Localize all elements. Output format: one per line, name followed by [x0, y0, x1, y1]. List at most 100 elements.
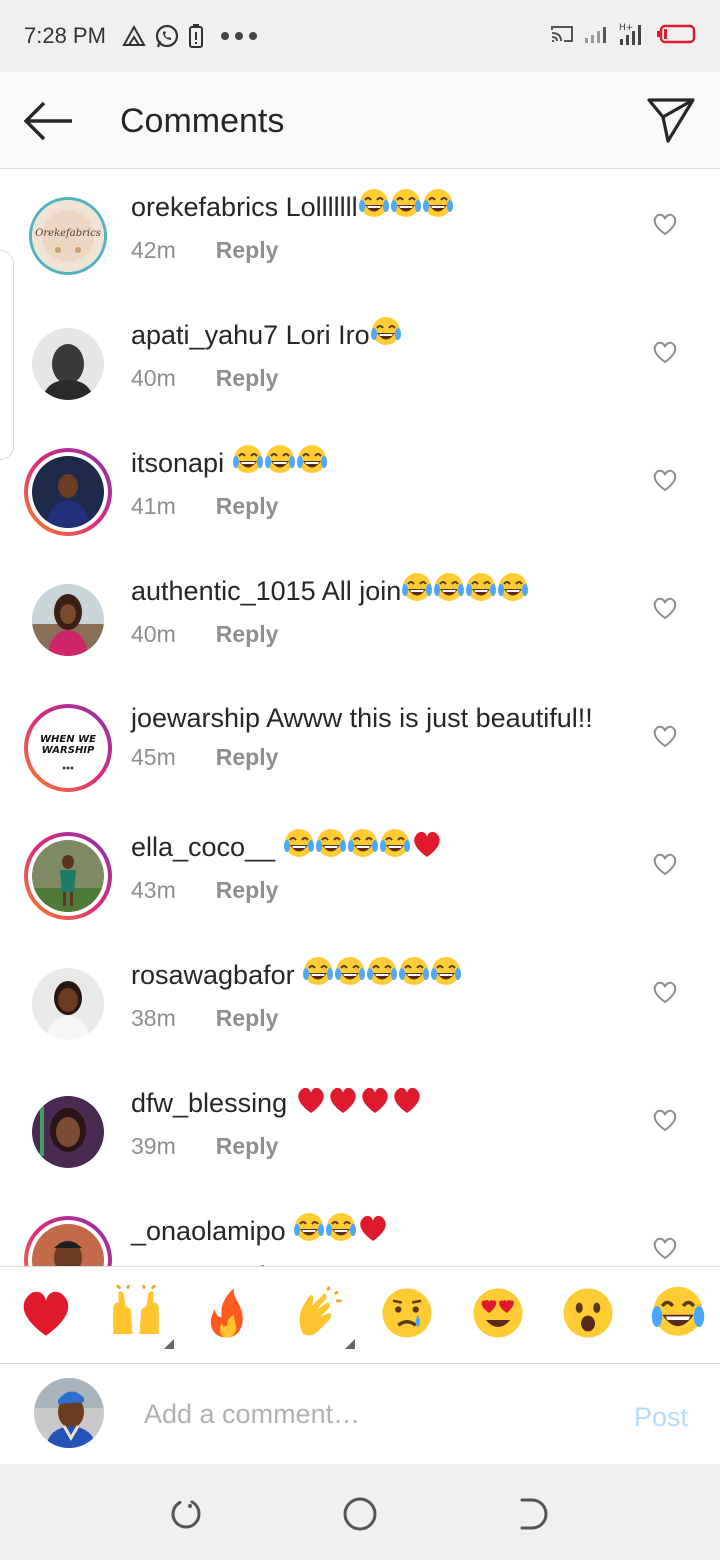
crying-face-icon — [379, 1285, 435, 1346]
reply-button[interactable]: Reply — [216, 365, 279, 392]
reply-button[interactable]: Reply — [216, 493, 279, 520]
comment-body: dfw_blessing 39m Reply — [131, 1084, 631, 1160]
comment-username[interactable]: rosawagbafor — [131, 960, 295, 990]
heart-outline-icon — [653, 725, 677, 748]
comment-username[interactable]: orekefabrics — [131, 192, 278, 222]
commenter-avatar[interactable] — [24, 448, 112, 536]
reply-button[interactable]: Reply — [216, 877, 279, 904]
commenter-avatar[interactable] — [24, 1088, 112, 1176]
like-comment-button[interactable] — [652, 724, 678, 748]
skin-tone-caret-icon — [344, 1339, 355, 1349]
comment-username[interactable]: _onaolamipo — [131, 1216, 286, 1246]
comment-username[interactable]: itsonapi — [131, 448, 224, 478]
side-edge-tab[interactable] — [0, 250, 14, 460]
comment-body: authentic_1015 All join 40m Reply — [131, 572, 631, 648]
comment-row[interactable]: WHEN WE WARSHIP joewarship Awww this is ju… — [0, 682, 720, 810]
comment-body: rosawagbafor 38m Reply — [131, 956, 631, 1032]
reply-button[interactable]: Reply — [216, 744, 279, 771]
comments-header: Comments — [0, 72, 720, 169]
quick-emoji-heart-eyes[interactable] — [470, 1287, 526, 1343]
fire-icon — [199, 1285, 255, 1346]
signal-4g-icon: H+ — [618, 21, 646, 52]
page-title: Comments — [120, 102, 285, 140]
heart-emoji-icon — [391, 1084, 423, 1125]
avatar-frame — [28, 580, 108, 660]
cast-icon — [550, 24, 574, 49]
quick-emoji-red-heart[interactable] — [18, 1287, 74, 1343]
comment-row[interactable]: ella_coco__ 43m Reply — [0, 810, 720, 938]
quick-emoji-fire[interactable] — [199, 1287, 255, 1343]
joewarship-logo-text: WHEN WE — [40, 734, 96, 745]
like-comment-button[interactable] — [652, 340, 678, 364]
reply-button[interactable]: Reply — [216, 1133, 279, 1160]
comment-row[interactable]: itsonapi 41m Reply — [0, 426, 720, 554]
like-comment-button[interactable] — [652, 980, 678, 1004]
comment-row[interactable]: rosawagbafor 38m Reply — [0, 938, 720, 1066]
like-comment-button[interactable] — [652, 596, 678, 620]
comment-username[interactable]: authentic_1015 — [131, 576, 316, 606]
commenter-avatar[interactable]: WHEN WE WARSHIP — [24, 704, 112, 792]
comment-meta: 40m Reply — [131, 365, 631, 392]
comment-row[interactable]: Orekefabrics orekefabrics Lolllllll 42m Rep… — [0, 170, 720, 298]
comment-text: Lori Iro — [285, 320, 370, 350]
back-icon — [520, 1498, 548, 1530]
post-button[interactable]: Post — [634, 1402, 688, 1433]
comment-username[interactable]: ella_coco__ — [131, 832, 275, 862]
quick-emoji-clapping-hands[interactable] — [289, 1285, 355, 1349]
commenter-avatar[interactable] — [24, 320, 112, 408]
comment-row[interactable]: dfw_blessing 39m Reply — [0, 1066, 720, 1194]
heart-emoji-icon — [359, 1084, 391, 1125]
quick-emoji-crying-face[interactable] — [379, 1287, 435, 1343]
comment-row[interactable]: apati_yahu7 Lori Iro 40m Reply — [0, 298, 720, 426]
surprised-face-icon — [560, 1285, 616, 1346]
heart-outline-icon — [653, 853, 677, 876]
laughing-emoji-icon — [430, 956, 462, 997]
arrow-left-icon — [23, 101, 72, 141]
comment-timestamp: 42m — [131, 237, 176, 263]
quick-emoji-raised-hands[interactable] — [108, 1283, 175, 1349]
like-comment-button[interactable] — [652, 212, 678, 236]
comment-line: _onaolamipo — [131, 1212, 631, 1253]
orekefabrics-logo-text: Orekefabrics — [35, 228, 101, 239]
avatar-frame — [28, 324, 108, 404]
like-comment-button[interactable] — [652, 1108, 678, 1132]
reply-button[interactable]: Reply — [216, 237, 279, 264]
comment-username[interactable]: joewarship — [131, 703, 260, 733]
comment-username[interactable]: apati_yahu7 — [131, 320, 278, 350]
commenter-avatar[interactable]: Orekefabrics — [24, 192, 112, 280]
comment-row[interactable]: _onaolamipo 40mReply — [0, 1194, 720, 1266]
comment-body: itsonapi 41m Reply — [131, 444, 631, 520]
reply-button[interactable]: Reply — [216, 621, 279, 648]
comment-text: Awww this is just beautiful!! — [266, 703, 593, 733]
commenter-avatar[interactable] — [24, 576, 112, 664]
heart-outline-icon — [653, 341, 677, 364]
home-button[interactable] — [340, 1494, 380, 1534]
laughing-emoji-icon — [347, 828, 379, 869]
commenter-avatar[interactable] — [24, 1216, 112, 1266]
comment-line: rosawagbafor — [131, 956, 631, 997]
quick-emoji-tears-of-joy[interactable] — [650, 1286, 706, 1343]
heart-outline-icon — [653, 469, 677, 492]
back-button[interactable] — [22, 99, 74, 143]
like-comment-button[interactable] — [652, 1236, 678, 1260]
commenter-avatar[interactable] — [24, 832, 112, 920]
recents-button[interactable] — [166, 1494, 206, 1534]
home-icon — [343, 1497, 377, 1531]
quick-emoji-surprised-face[interactable] — [560, 1287, 616, 1343]
comment-row[interactable]: authentic_1015 All join 40m Reply — [0, 554, 720, 682]
back-nav-button[interactable] — [514, 1494, 554, 1534]
like-comment-button[interactable] — [652, 852, 678, 876]
comment-username[interactable]: dfw_blessing — [131, 1088, 287, 1118]
like-comment-button[interactable] — [652, 468, 678, 492]
current-user-avatar — [34, 1378, 104, 1448]
status-time: 7:28 PM — [24, 23, 106, 48]
avatar-frame — [28, 836, 108, 916]
avatar-image — [32, 1096, 104, 1168]
comment-timestamp: 39m — [131, 1133, 176, 1159]
reply-button[interactable]: Reply — [216, 1005, 279, 1032]
share-button[interactable] — [646, 96, 696, 144]
commenter-avatar[interactable] — [24, 960, 112, 1048]
comment-input[interactable] — [144, 1392, 584, 1436]
comment-line: apati_yahu7 Lori Iro — [131, 316, 631, 357]
heart-outline-icon — [653, 1109, 677, 1132]
